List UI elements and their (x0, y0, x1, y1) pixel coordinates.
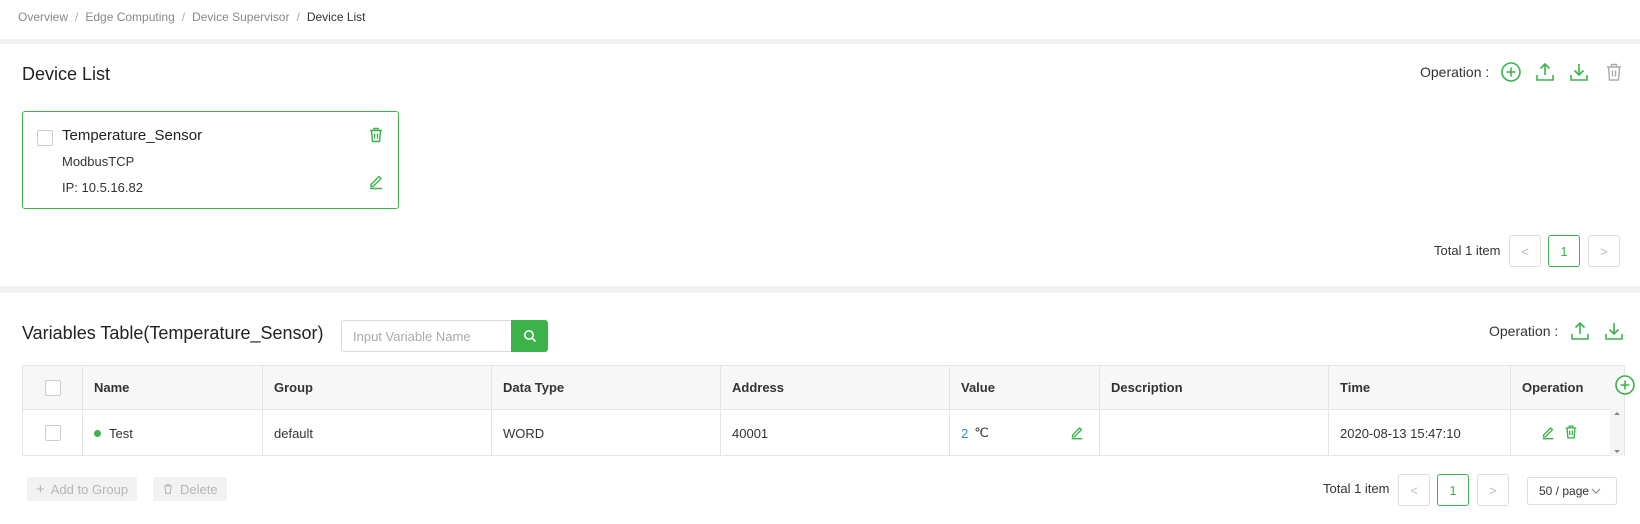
breadcrumb-overview[interactable]: Overview (18, 10, 68, 24)
cell-operation (1511, 410, 1612, 456)
device-page-1[interactable]: 1 (1548, 235, 1580, 267)
row-checkbox[interactable] (44, 425, 61, 441)
row-select-cell (23, 410, 83, 456)
delete-label: Delete (180, 481, 218, 497)
column-header-data-type[interactable]: Data Type (492, 366, 721, 409)
column-header-value[interactable]: Value (950, 366, 1100, 409)
variables-operation-label: Operation : (1489, 323, 1559, 339)
add-variable-icon[interactable] (1614, 374, 1636, 396)
cell-value: 2 ℃ (950, 410, 1100, 456)
table-scrollbar[interactable] (1610, 409, 1624, 456)
device-card[interactable]: Temperature_Sensor ModbusTCP IP: 10.5.16… (22, 111, 399, 209)
trash-icon (162, 483, 174, 495)
select-all-checkbox[interactable] (44, 379, 61, 396)
variables-page-1[interactable]: 1 (1437, 474, 1469, 506)
device-checkbox[interactable] (37, 130, 53, 146)
column-header-address[interactable]: Address (721, 366, 950, 409)
breadcrumb: Overview / Edge Computing / Device Superviso… (18, 10, 366, 24)
device-name: Temperature_Sensor (62, 127, 203, 144)
device-prev-page[interactable]: < (1509, 235, 1541, 267)
chevron-down-icon (1591, 486, 1601, 496)
device-delete-icon[interactable] (367, 126, 385, 144)
plus-icon: + (36, 480, 45, 498)
device-protocol: ModbusTCP (62, 154, 135, 169)
breadcrumb-separator: / (75, 10, 79, 24)
add-to-group-button[interactable]: + Add to Group (27, 477, 138, 501)
device-next-page[interactable]: > (1588, 235, 1620, 267)
column-header-time[interactable]: Time (1329, 366, 1511, 409)
add-to-group-label: Add to Group (50, 481, 129, 497)
breadcrumb-separator: / (296, 10, 300, 24)
search-button[interactable] (511, 320, 548, 352)
column-header-name[interactable]: Name (83, 366, 263, 409)
cell-data-type: WORD (492, 410, 721, 456)
device-total: Total 1 item (1434, 243, 1501, 258)
status-dot (94, 429, 101, 437)
row-delete-icon[interactable] (1563, 424, 1579, 440)
variable-name: Test (109, 425, 133, 441)
delete-button[interactable]: Delete (153, 477, 227, 501)
upload-icon[interactable] (1534, 61, 1556, 83)
variables-prev-page[interactable]: < (1398, 474, 1430, 506)
device-operation-label: Operation : (1420, 64, 1490, 80)
column-header-operation: Operation (1522, 380, 1584, 395)
table-header: Name Group Data Type Address Value Descr… (23, 366, 1624, 410)
cell-group: default (263, 410, 492, 456)
table-row[interactable]: Test default WORD 40001 2 ℃ 2020-08-13 15… (23, 410, 1624, 456)
variables-next-page[interactable]: > (1477, 474, 1509, 506)
variable-search-input[interactable] (341, 320, 512, 352)
value-edit-icon[interactable] (1069, 424, 1085, 440)
variables-total: Total 1 item (1323, 481, 1390, 496)
download-icon[interactable] (1603, 320, 1625, 342)
section-divider (0, 39, 1640, 44)
trash-icon[interactable] (1603, 61, 1625, 83)
column-header-group[interactable]: Group (263, 366, 492, 409)
row-edit-icon[interactable] (1540, 424, 1556, 440)
cell-description (1100, 410, 1329, 456)
column-header-description[interactable]: Description (1100, 366, 1329, 409)
breadcrumb-device-supervisor[interactable]: Device Supervisor (192, 10, 289, 24)
cell-time: 2020-08-13 15:47:10 (1329, 410, 1511, 456)
add-circle-icon[interactable] (1500, 61, 1522, 83)
download-icon[interactable] (1568, 61, 1590, 83)
upload-icon[interactable] (1569, 320, 1591, 342)
cell-address: 40001 (721, 410, 950, 456)
device-list-title: Device List (22, 64, 111, 84)
select-all-cell (23, 366, 83, 409)
cell-name: Test (83, 410, 263, 456)
section-divider (0, 286, 1640, 293)
search-icon (523, 330, 536, 343)
value-number[interactable]: 2 (961, 426, 968, 441)
breadcrumb-edge-computing[interactable]: Edge Computing (85, 10, 174, 24)
device-edit-icon[interactable] (367, 172, 385, 190)
variables-title: Variables Table(Temperature_Sensor) (22, 323, 324, 343)
device-ip: IP: 10.5.16.82 (62, 180, 143, 195)
breadcrumb-separator: / (181, 10, 186, 24)
page-size-select[interactable]: 50 / page (1527, 477, 1617, 505)
value-unit: ℃ (974, 425, 989, 440)
breadcrumb-current: Device List (306, 10, 366, 24)
variables-table: Name Group Data Type Address Value Descr… (22, 365, 1625, 456)
page-size-value: 50 / page (1539, 484, 1590, 498)
